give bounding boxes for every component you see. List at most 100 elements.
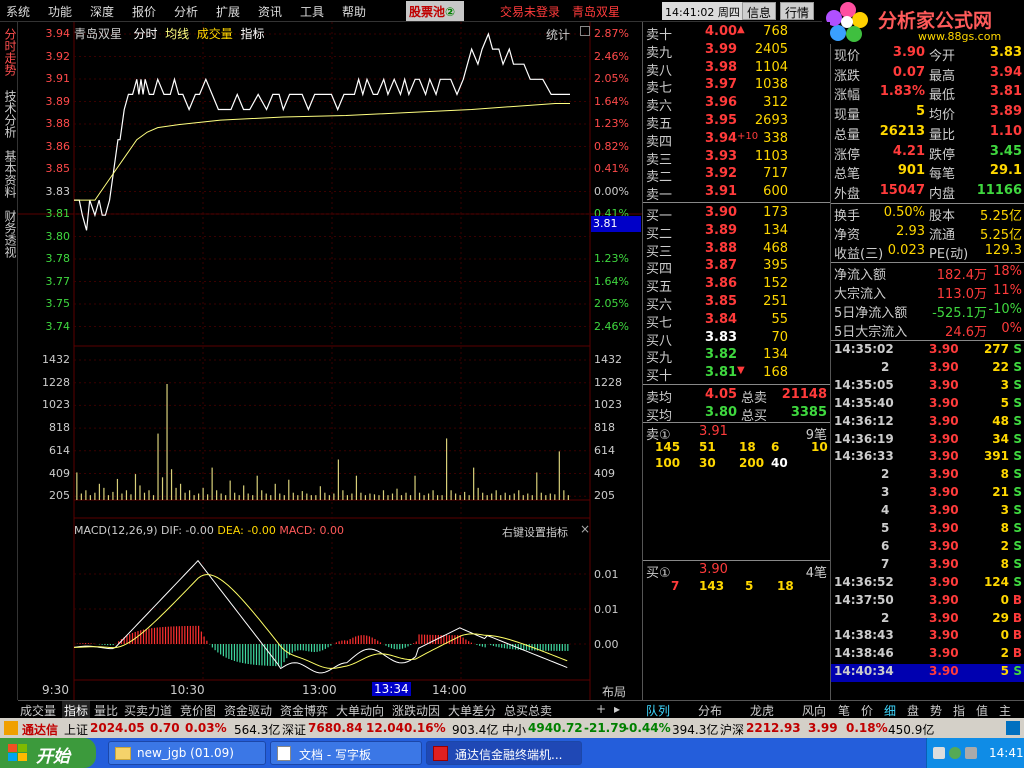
bid-row[interactable]: 买八 3.83 70 (643, 330, 831, 349)
ask-row[interactable]: 卖五 3.95 2693 (643, 113, 831, 132)
tick-row[interactable]: 14:35:05 3.90 3 S (831, 378, 1024, 396)
detail-tab[interactable]: 价 (859, 701, 875, 718)
menu-analysis[interactable]: 分析 (174, 3, 198, 20)
bid-row[interactable]: 买五 3.86 152 (643, 276, 831, 295)
bottom-tab[interactable]: 大单动向 (334, 701, 386, 718)
tick-row[interactable]: 14:36:19 3.90 34 S (831, 432, 1024, 450)
bid-row[interactable]: 买四 3.87 395 (643, 258, 831, 277)
tick-row[interactable]: 4 3.90 3 S (831, 503, 1024, 521)
zx-label[interactable]: 中小 (502, 721, 526, 738)
bid-row[interactable]: 买三 3.88 468 (643, 241, 831, 260)
sz-label[interactable]: 深证 (282, 721, 306, 738)
right-click-indicator-hint[interactable]: 右键设置指标 (502, 524, 568, 540)
bottom-tab[interactable]: 量比 (92, 701, 120, 718)
bid-row[interactable]: 买一 3.90 173 (643, 205, 831, 224)
network-icon[interactable] (933, 747, 945, 759)
layout-button[interactable]: 布局 (602, 683, 626, 700)
tick-row[interactable]: 2 3.90 29 B (831, 611, 1024, 629)
ask-row[interactable]: 卖三 3.93 1103 (643, 149, 831, 168)
menu-function[interactable]: 功能 (48, 3, 72, 20)
tick-row[interactable]: 14:40:34 3.90 5 S (831, 664, 1024, 683)
bottom-tab[interactable]: 资金驱动 (222, 701, 274, 718)
close-icon[interactable]: × (580, 522, 590, 536)
ask-row[interactable]: 卖八 3.98 1104 (643, 60, 831, 79)
intraday-chart[interactable]: 青岛双星 分时 均线 成交量 指标 统计 3.94 3.92 3.91 3.89 3.8… (18, 22, 642, 700)
detail-tab[interactable]: 盘 (905, 701, 921, 718)
bid-row[interactable]: 买七 3.84 55 (643, 312, 831, 331)
menu-quote[interactable]: 报价 (132, 3, 156, 20)
bottom-tab[interactable]: 买卖力道 (122, 701, 174, 718)
bottom-tab[interactable]: 资金博弈 (278, 701, 330, 718)
bottom-tab[interactable]: 涨跌动因 (390, 701, 442, 718)
side-tab-technical[interactable]: 技术分析 (2, 90, 17, 138)
tick-row[interactable]: 14:36:12 3.90 48 S (831, 414, 1024, 432)
status-tray-icon[interactable] (1006, 721, 1020, 735)
menu-news[interactable]: 资讯 (258, 3, 282, 20)
quote-tab[interactable]: 风向 (800, 701, 828, 718)
security-icon[interactable] (949, 747, 961, 759)
menu-system[interactable]: 系统 (6, 3, 30, 20)
bottom-tab[interactable]: 总买总卖 (502, 701, 554, 718)
trade-login-status[interactable]: 交易未登录 (500, 3, 560, 20)
bid-row[interactable]: 买二 3.89 134 (643, 223, 831, 242)
bottom-tab[interactable]: 成交量 (18, 701, 58, 718)
menu-help[interactable]: 帮助 (342, 3, 366, 20)
detail-tab[interactable]: 笔 (836, 701, 852, 718)
tick-row[interactable]: 14:38:46 3.90 2 B (831, 646, 1024, 664)
chart-indicator-label[interactable]: 指标 (240, 27, 264, 41)
ask-row[interactable]: 卖四 3.94 +10 338 (643, 131, 831, 150)
ask-row[interactable]: 卖二 3.92 717 (643, 166, 831, 185)
tick-row[interactable]: 3 3.90 21 S (831, 485, 1024, 503)
bid-row[interactable]: 买六 3.85 251 (643, 294, 831, 313)
tab-more-icon[interactable]: ▸ (612, 701, 622, 718)
stat-button[interactable]: 统计 (546, 26, 570, 43)
side-tab-intraday[interactable]: 分时走势 (2, 28, 17, 76)
tick-row[interactable]: 14:38:43 3.90 0 B (831, 628, 1024, 646)
stat-toggle-box[interactable] (580, 26, 590, 36)
detail-tab[interactable]: 主 (997, 701, 1013, 718)
menu-extend[interactable]: 扩展 (216, 3, 240, 20)
tick-row[interactable]: 14:37:50 3.90 0 B (831, 593, 1024, 611)
side-tab-basic[interactable]: 基本资料 (2, 150, 17, 198)
tab-add-icon[interactable]: + (594, 701, 608, 718)
detail-tab[interactable]: 指 (951, 701, 967, 718)
tick-row[interactable]: 6 3.90 2 S (831, 539, 1024, 557)
bid-row[interactable]: 买十 3.81 ▼ 168 (643, 365, 831, 384)
menu-depth[interactable]: 深度 (90, 3, 114, 20)
info-button[interactable]: 信息 (742, 2, 777, 20)
quote-tab[interactable]: 龙虎 (748, 701, 776, 718)
bottom-tab[interactable]: 竞价图 (178, 701, 218, 718)
chart-mode[interactable]: 分时 (133, 27, 157, 41)
bottom-tab[interactable]: 指标 (62, 701, 91, 718)
menu-tools[interactable]: 工具 (300, 3, 324, 20)
bottom-tab[interactable]: 大单差分 (446, 701, 498, 718)
task-folder[interactable]: new_jgb (01.09) (108, 741, 266, 765)
side-tab-finance[interactable]: 财务透视 (2, 210, 17, 258)
tick-row[interactable]: 14:35:02 3.90 277 S (831, 342, 1024, 360)
tick-row[interactable]: 2 3.90 8 S (831, 467, 1024, 485)
task-wordpad[interactable]: 文档 - 写字板 (270, 741, 422, 765)
tick-row[interactable]: 14:35:40 3.90 5 S (831, 396, 1024, 414)
volume-icon[interactable] (965, 747, 977, 759)
tick-row[interactable]: 7 3.90 8 S (831, 557, 1024, 575)
ask-row[interactable]: 卖一 3.91 600 (643, 184, 831, 203)
detail-tab[interactable]: 值 (974, 701, 990, 718)
start-button[interactable]: 开始 (0, 738, 96, 768)
quote-tab[interactable]: 队列 (644, 701, 672, 718)
quote-tab[interactable]: 分布 (696, 701, 724, 718)
market-button[interactable]: 行情 (780, 2, 815, 20)
task-tdx[interactable]: 通达信金融终端机... (426, 741, 582, 765)
bid-row[interactable]: 买九 3.82 134 (643, 347, 831, 366)
hs-label[interactable]: 沪深 (720, 721, 744, 738)
detail-tab[interactable]: 势 (928, 701, 944, 718)
tick-row[interactable]: 2 3.90 22 S (831, 360, 1024, 378)
tick-row[interactable]: 5 3.90 8 S (831, 521, 1024, 539)
ask-row[interactable]: 卖七 3.97 1038 (643, 77, 831, 96)
chart-svg[interactable] (18, 22, 642, 700)
ask-row[interactable]: 卖六 3.96 312 (643, 95, 831, 114)
sh-label[interactable]: 上证 (64, 721, 88, 738)
tick-row[interactable]: 14:36:52 3.90 124 S (831, 575, 1024, 593)
ask-row[interactable]: 卖九 3.99 2405 (643, 42, 831, 61)
detail-tab[interactable]: 细 (882, 701, 898, 718)
stock-pool-button[interactable]: 股票池② (406, 1, 464, 21)
